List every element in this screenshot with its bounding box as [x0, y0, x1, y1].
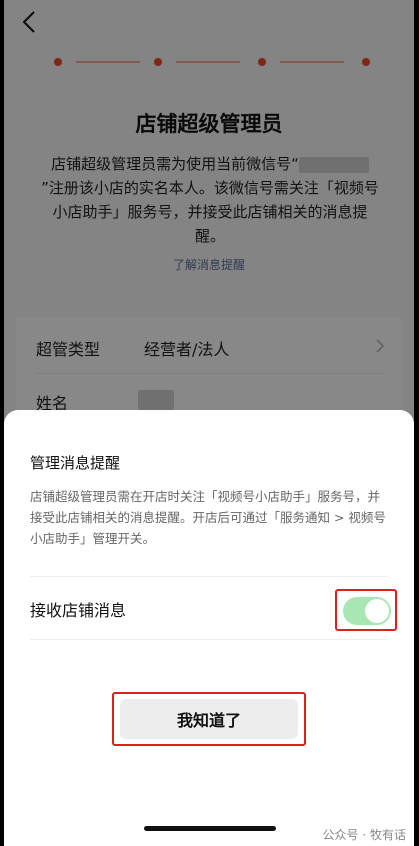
screen: 店铺超级管理员 店铺超级管理员需为使用当前微信号“”注册该小店的实名本人。该微信… [4, 0, 414, 846]
highlight-box: 我知道了 [112, 692, 306, 746]
sheet-description: 店铺超级管理员需在开店时关注「视频号小店助手」服务号，并接受此店铺相关的消息提醒… [30, 489, 386, 546]
toggle-knob [365, 599, 389, 623]
sheet-title: 管理消息提醒 [30, 454, 121, 472]
home-indicator [144, 826, 276, 831]
receive-messages-row: 接收店铺消息 [30, 576, 397, 640]
confirm-button[interactable]: 我知道了 [120, 699, 298, 739]
watermark: 公众号 · 牧有话 [322, 828, 406, 842]
toggle-label: 接收店铺消息 [30, 601, 127, 620]
bottom-sheet: 管理消息提醒 店铺超级管理员需在开店时关注「视频号小店助手」服务号，并接受此店铺… [4, 410, 414, 846]
highlight-box [335, 589, 397, 631]
receive-messages-toggle[interactable] [343, 597, 391, 625]
